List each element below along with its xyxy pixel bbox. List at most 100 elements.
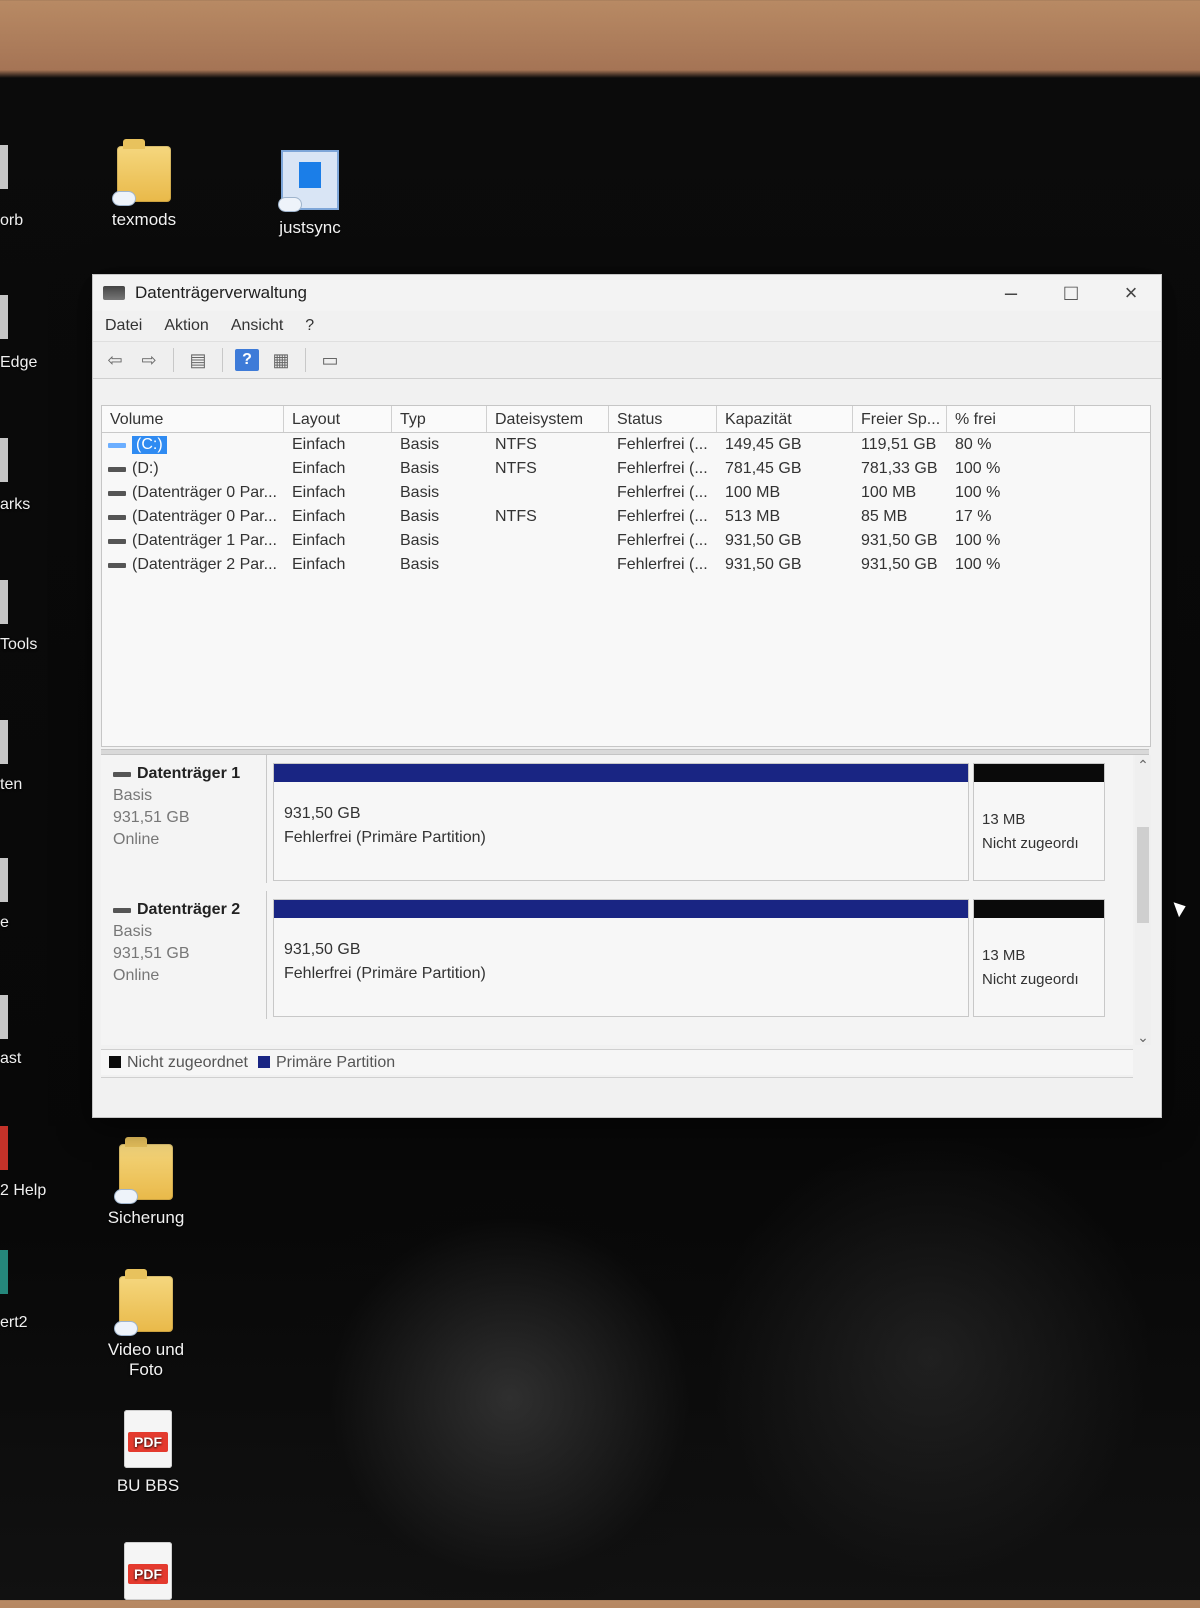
layout-cell: Einfach xyxy=(292,460,346,477)
maximize-icon[interactable]: □ xyxy=(1053,281,1089,305)
legend-color-swatch xyxy=(109,1055,121,1068)
partition-map: 931,50 GB Fehlerfrei (Primäre Partition)… xyxy=(273,763,1105,881)
type-cell: Basis xyxy=(400,484,440,501)
scroll-down-icon[interactable]: ⌄ xyxy=(1135,1029,1151,1045)
desktop-icon-justsync[interactable]: justsync xyxy=(258,150,362,238)
desktop-icon-texmods[interactable]: texmods xyxy=(92,139,196,230)
status-cell: Fehlerfrei (... xyxy=(617,436,708,453)
back-arrow-icon[interactable]: ⇦ xyxy=(103,349,127,371)
desktop-icon-video-und-foto[interactable]: Video und Foto xyxy=(90,1269,202,1380)
primary-partition[interactable]: 931,50 GB Fehlerfrei (Primäre Partition) xyxy=(273,899,969,1017)
disk-info[interactable]: Datenträger 2 Basis 931,51 GB Online xyxy=(101,891,267,1019)
primary-partition[interactable]: 931,50 GB Fehlerfrei (Primäre Partition) xyxy=(273,763,969,881)
disk-layout-panel[interactable]: Datenträger 1 Basis 931,51 GB Online 931… xyxy=(101,755,1133,1045)
desktop-partial-label[interactable]: ten xyxy=(0,776,22,794)
desktop-partial-icon[interactable] xyxy=(0,995,8,1039)
minimize-icon[interactable]: – xyxy=(993,281,1029,305)
properties-icon[interactable]: ▦ xyxy=(269,349,293,371)
column-header-freier-speicher[interactable]: Freier Sp... xyxy=(853,406,947,432)
menu-help[interactable]: ? xyxy=(305,317,314,335)
desktop-partial-icon[interactable] xyxy=(0,145,8,189)
pdf-file-icon: PDF xyxy=(124,1542,172,1600)
volume-name: (D:) xyxy=(132,460,159,477)
scroll-up-icon[interactable]: ⌃ xyxy=(1135,757,1151,773)
console-icon[interactable]: ▭ xyxy=(318,349,342,371)
partition-label: Nicht zugeordı xyxy=(982,971,1079,988)
cloud-sync-icon xyxy=(115,1322,137,1335)
partition-map: 931,50 GB Fehlerfrei (Primäre Partition)… xyxy=(273,899,1105,1017)
window-title: Datenträgerverwaltung xyxy=(135,283,307,302)
volume-cell: (Datenträger 0 Par... xyxy=(102,508,284,526)
desktop-partial-pdf-icon[interactable] xyxy=(0,1126,8,1170)
desktop-icon-pdf[interactable]: PDF xyxy=(96,1542,200,1608)
window-titlebar[interactable]: Datenträgerverwaltung – □ × xyxy=(93,275,1161,311)
table-row[interactable]: (C:) Einfach Basis NTFS Fehlerfrei (... … xyxy=(102,433,1150,457)
legend-label: Nicht zugeordnet xyxy=(127,1053,248,1071)
volume-list-panel[interactable]: Volume Layout Typ Dateisystem Status Kap… xyxy=(101,405,1151,747)
table-row[interactable]: (Datenträger 0 Par... Einfach Basis NTFS… xyxy=(102,505,1150,529)
menu-ansicht[interactable]: Ansicht xyxy=(231,317,283,335)
desktop-partial-label[interactable]: Edge xyxy=(0,354,37,372)
desktop-partial-icon[interactable] xyxy=(0,295,8,339)
desktop-partial-icon[interactable] xyxy=(0,438,8,482)
desktop-icon-label: texmods xyxy=(111,210,177,229)
capacity-cell: 149,45 GB xyxy=(725,436,802,453)
status-bar xyxy=(101,1077,1133,1108)
table-row[interactable]: (Datenträger 1 Par... Einfach Basis Fehl… xyxy=(102,529,1150,553)
toolbar-separator xyxy=(222,348,223,372)
desktop-partial-label[interactable]: arks xyxy=(0,496,30,514)
status-cell: Fehlerfrei (... xyxy=(617,508,708,525)
legend-label: Primäre Partition xyxy=(275,1053,396,1071)
partition-size: 931,50 GB xyxy=(284,805,361,822)
disk-status: Online xyxy=(113,967,160,984)
disk-list-icon[interactable]: ▤ xyxy=(186,349,210,371)
column-header-typ[interactable]: Typ xyxy=(392,406,487,432)
disk-management-window[interactable]: Datenträgerverwaltung – □ × Datei Aktion… xyxy=(92,274,1162,1118)
disk-info[interactable]: Datenträger 1 Basis 931,51 GB Online xyxy=(101,755,267,883)
volume-name: (Datenträger 2 Par... xyxy=(132,556,277,573)
disk-row[interactable]: Datenträger 2 Basis 931,51 GB Online 931… xyxy=(101,891,1133,1025)
desktop-partial-label[interactable]: ast xyxy=(0,1050,21,1068)
unallocated-partition[interactable]: 13 MB Nicht zugeordı xyxy=(973,763,1105,881)
desktop-partial-label[interactable]: ert2 xyxy=(0,1314,28,1332)
layout-cell: Einfach xyxy=(292,484,346,501)
desktop-partial-label[interactable]: Tools xyxy=(0,636,37,654)
desktop-partial-icon[interactable] xyxy=(0,720,8,764)
unallocated-partition[interactable]: 13 MB Nicht zugeordı xyxy=(973,899,1105,1017)
volume-cell: (Datenträger 0 Par... xyxy=(102,484,284,502)
window-controls: – □ × xyxy=(993,281,1149,305)
app-window-icon xyxy=(279,150,339,211)
table-row[interactable]: (Datenträger 2 Par... Einfach Basis Fehl… xyxy=(102,553,1150,577)
column-header-status[interactable]: Status xyxy=(609,406,717,432)
desktop-partial-label[interactable]: e xyxy=(0,914,9,932)
desktop-partial-label[interactable]: 2 Help xyxy=(0,1182,46,1200)
desktop-icon-bu-bbs[interactable]: PDF BU BBS xyxy=(96,1410,200,1496)
column-header-volume[interactable]: Volume xyxy=(102,406,284,432)
desktop-partial-app-icon[interactable] xyxy=(0,1250,8,1294)
desktop-icon-sicherung[interactable]: Sicherung xyxy=(94,1137,198,1228)
column-header-layout[interactable]: Layout xyxy=(284,406,392,432)
scrollbar-thumb[interactable] xyxy=(1137,827,1149,923)
column-header-prozent-frei[interactable]: % frei xyxy=(947,406,1075,432)
desktop-partial-label[interactable]: orb xyxy=(0,212,23,230)
layout-cell: Einfach xyxy=(292,508,346,525)
table-row[interactable]: (Datenträger 0 Par... Einfach Basis Fehl… xyxy=(102,481,1150,505)
forward-arrow-icon[interactable]: ⇨ xyxy=(137,349,161,371)
disk-row[interactable]: Datenträger 1 Basis 931,51 GB Online 931… xyxy=(101,755,1133,889)
type-cell: Basis xyxy=(400,556,440,573)
disk-panel-scrollbar[interactable]: ⌃ ⌄ xyxy=(1135,755,1151,1045)
help-icon[interactable]: ? xyxy=(235,349,259,371)
desktop-partial-icon[interactable] xyxy=(0,858,8,902)
menu-aktion[interactable]: Aktion xyxy=(164,317,208,335)
desktop-partial-icon[interactable] xyxy=(0,580,8,624)
column-header-dateisystem[interactable]: Dateisystem xyxy=(487,406,609,432)
layout-cell: Einfach xyxy=(292,532,346,549)
table-row[interactable]: (D:) Einfach Basis NTFS Fehlerfrei (... … xyxy=(102,457,1150,481)
column-header-kapazitaet[interactable]: Kapazität xyxy=(717,406,853,432)
capacity-cell: 931,50 GB xyxy=(725,532,802,549)
primary-partition-text: 931,50 GB Fehlerfrei (Primäre Partition) xyxy=(284,802,486,850)
close-icon[interactable]: × xyxy=(1113,281,1149,305)
partition-size: 13 MB xyxy=(982,947,1026,964)
free-space-cell: 85 MB xyxy=(861,508,908,525)
menu-datei[interactable]: Datei xyxy=(105,317,142,335)
